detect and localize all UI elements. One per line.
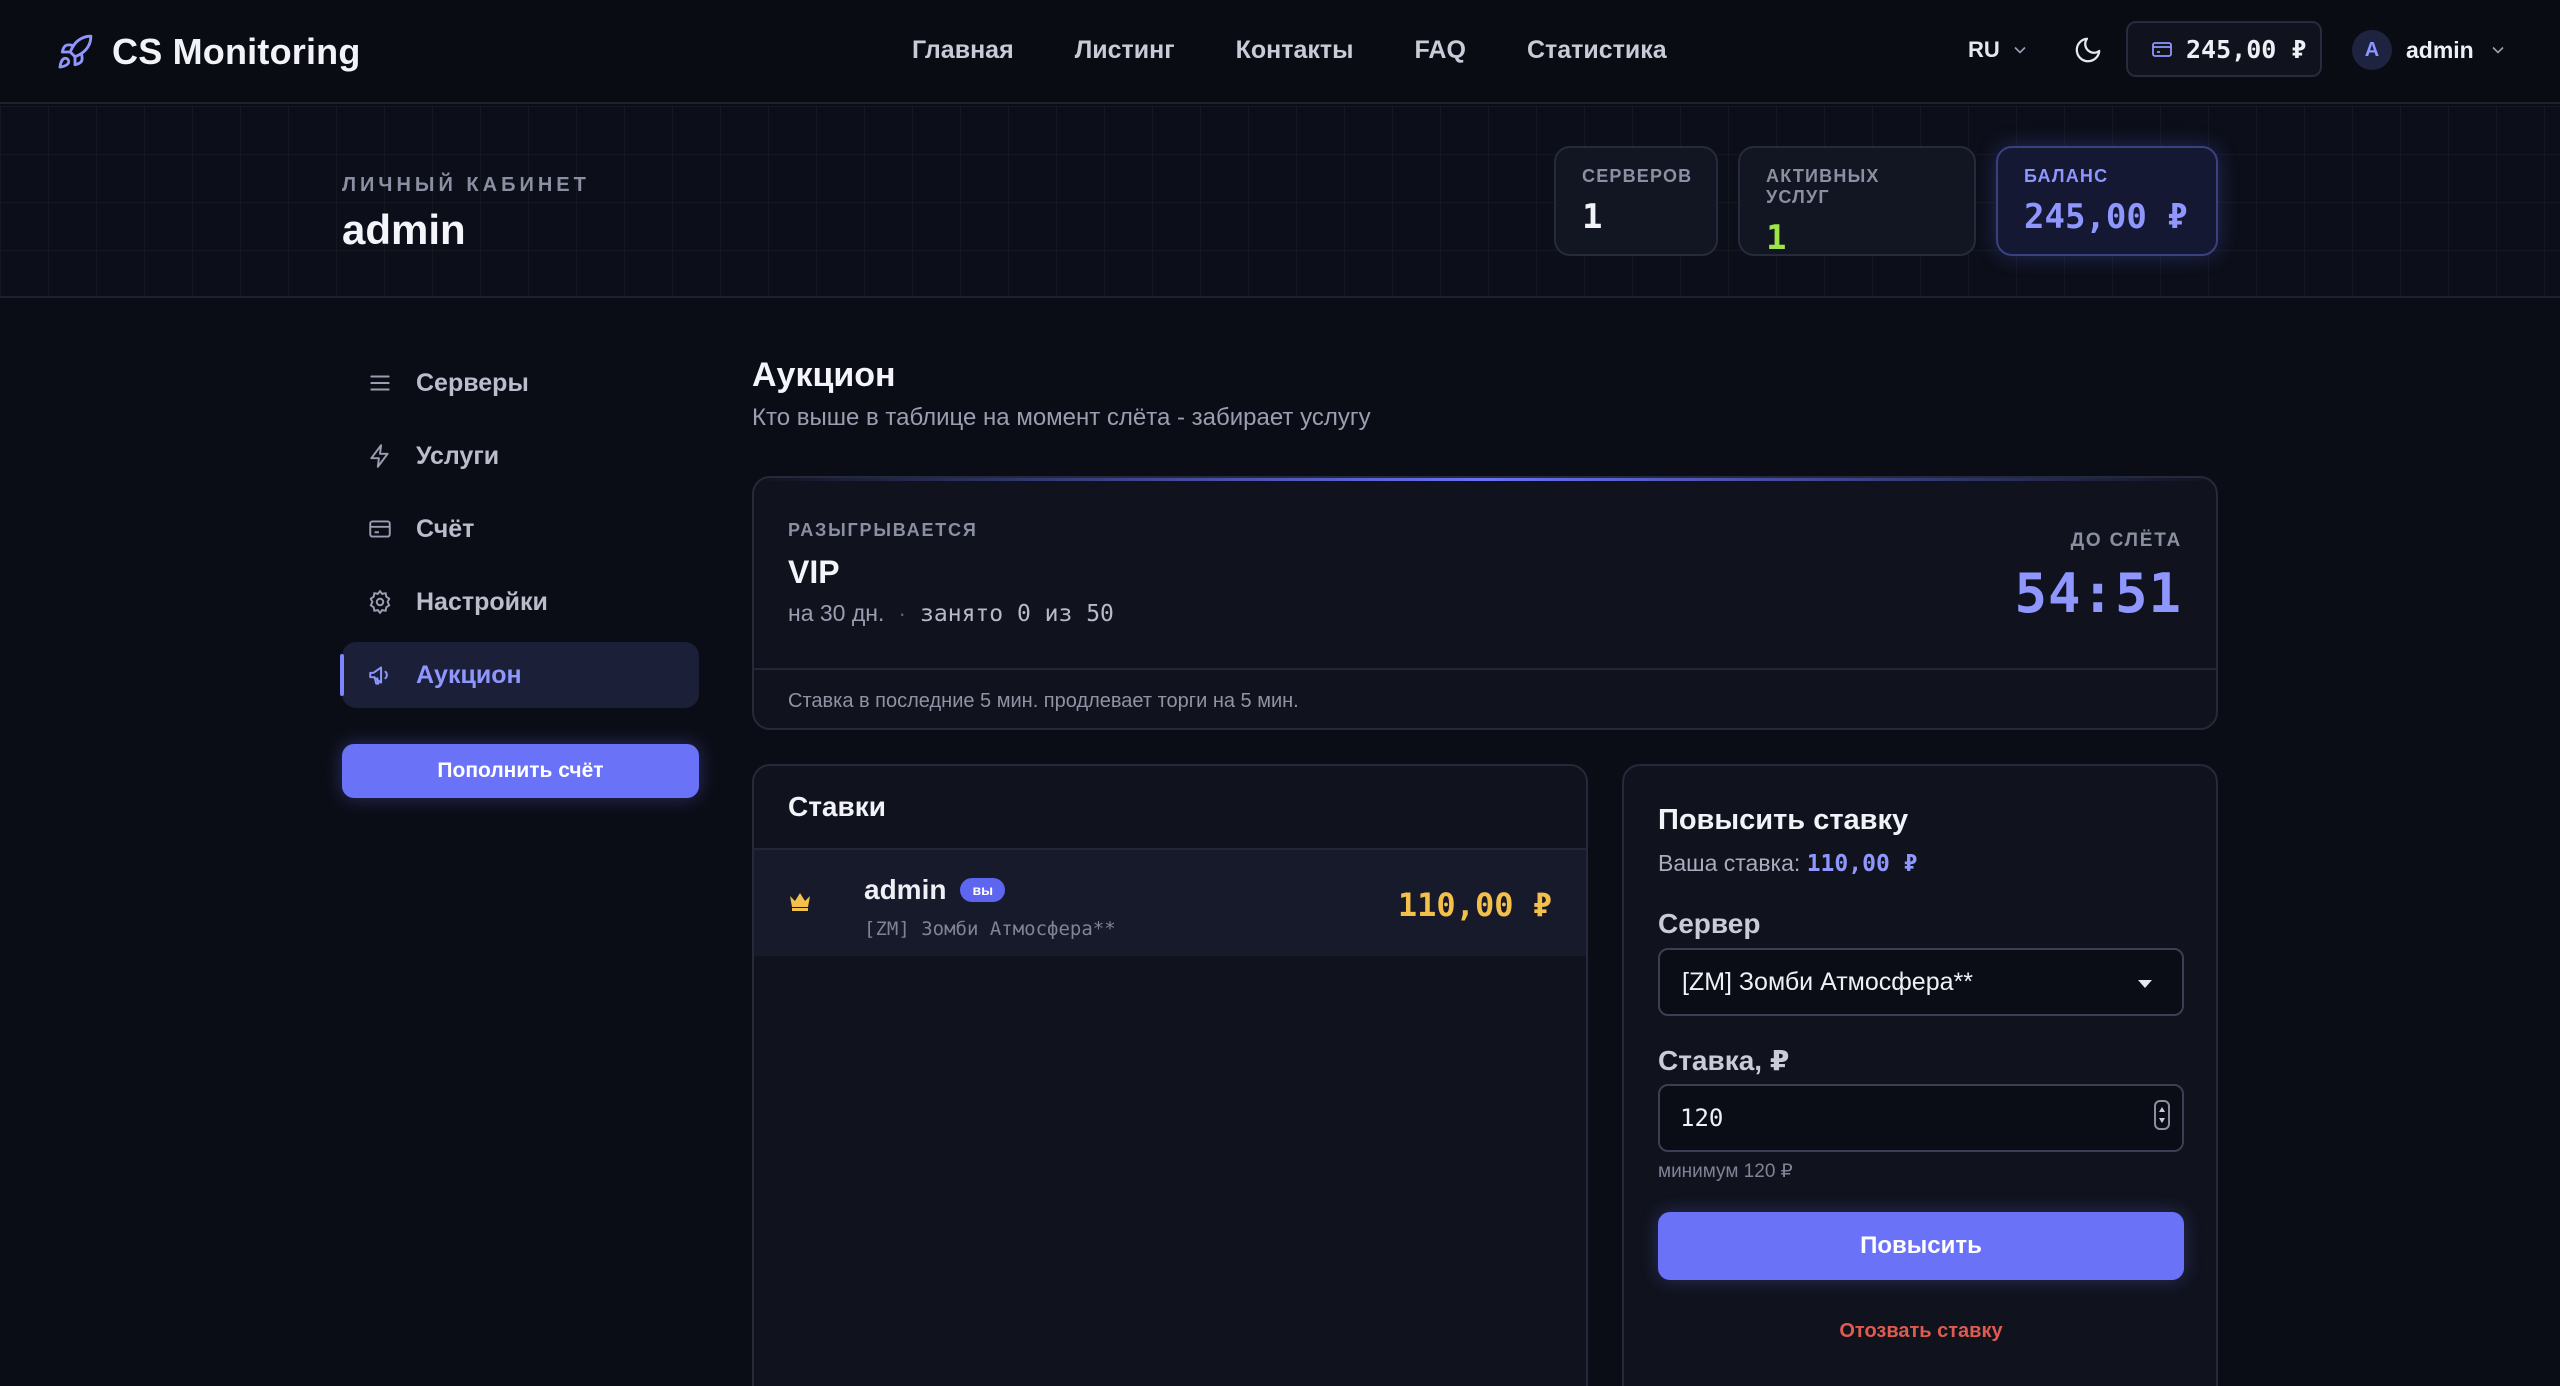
sidebar: Серверы Услуги Счёт Настройки Аукцион По… [340, 350, 699, 798]
deadline-label: ДО СЛЁТА [2070, 530, 2182, 551]
amount-field-label: Ставка, ₽ [1658, 1045, 1790, 1076]
bid-amount: 110,00 ₽ [1397, 886, 1552, 924]
account-section-label: ЛИЧНЫЙ КАБИНЕТ [342, 174, 590, 196]
bid-user: admin вы [864, 874, 1006, 906]
raise-bid-button[interactable]: Повысить [1658, 1212, 2184, 1280]
crown-icon [790, 893, 810, 911]
megaphone-icon [366, 661, 394, 689]
stat-card-balance: БАЛАНС 245,00 ₽ [1996, 146, 2218, 256]
sidebar-item-invoice[interactable]: Счёт [342, 496, 699, 562]
user-name: admin [2406, 36, 2474, 63]
stat-value: 1 [1582, 197, 1603, 237]
card-accent-line [754, 478, 2216, 481]
theme-toggle-button[interactable] [2068, 30, 2108, 70]
sidebar-item-services[interactable]: Услуги [342, 423, 699, 489]
bolt-icon [366, 442, 394, 470]
language-selector[interactable]: RU [1968, 30, 2030, 70]
card-icon [366, 515, 394, 543]
server-selected-value: [ZM] Зомби Атмосфера** [1682, 967, 1973, 996]
account-username: admin [342, 206, 466, 253]
header-balance-value: 245,00 ₽ [2186, 34, 2307, 64]
you-badge: вы [960, 878, 1006, 902]
stat-value: 245,00 ₽ [2024, 197, 2188, 237]
sidebar-item-servers[interactable]: Серверы [342, 350, 699, 416]
bids-card: Ставки admin вы [ZM] Зомби Атмосфера** 1… [752, 764, 1588, 1386]
sidebar-item-label: Аукцион [416, 660, 522, 689]
stat-card-active-services: АКТИВНЫХ УСЛУГ 1 [1738, 146, 1976, 258]
bid-amount-input[interactable] [1658, 1084, 2184, 1152]
header-balance[interactable]: 245,00 ₽ [2126, 21, 2322, 77]
page-title: Аукцион [752, 356, 896, 394]
top-navbar: CS Monitoring Главная Листинг Контакты F… [0, 0, 2560, 104]
chevron-down-icon [2014, 46, 2026, 54]
stepper-icon[interactable] [2154, 1100, 2170, 1130]
sidebar-item-auction[interactable]: Аукцион [340, 642, 699, 708]
rocket-icon [58, 34, 93, 69]
account-header: ЛИЧНЫЙ КАБИНЕТ admin СЕРВЕРОВ 1 АКТИВНЫХ… [0, 106, 2560, 298]
brand-name: CS Monitoring [112, 31, 361, 72]
bids-title: Ставки [754, 766, 1586, 850]
user-menu[interactable]: A admin [2352, 28, 2508, 72]
stat-card-servers: СЕРВЕРОВ 1 [1554, 146, 1718, 256]
chevron-down-icon [2492, 46, 2504, 54]
nav-link-home[interactable]: Главная [912, 30, 1014, 70]
lot-meta: на 30 дн. · занято 0 из 50 [788, 600, 1114, 627]
stat-label: СЕРВЕРОВ [1582, 166, 1693, 186]
nav-link-faq[interactable]: FAQ [1415, 30, 1466, 70]
auction-lot-card: РАЗЫГРЫВАЕТСЯ VIP на 30 дн. · занято 0 и… [752, 476, 2218, 730]
topup-button[interactable]: Пополнить счёт [342, 744, 699, 798]
gear-icon [366, 588, 394, 616]
list-icon [366, 369, 394, 397]
sidebar-item-settings[interactable]: Настройки [342, 569, 699, 635]
nav-link-contacts[interactable]: Контакты [1236, 30, 1354, 70]
server-field-label: Сервер [1658, 908, 1761, 939]
sidebar-item-label: Серверы [416, 368, 529, 397]
nav-link-stats[interactable]: Статистика [1527, 30, 1667, 70]
lot-duration: на 30 дн. [788, 600, 885, 626]
lot-label: РАЗЫГРЫВАЕТСЯ [788, 520, 978, 540]
caret-down-icon [2138, 980, 2152, 988]
sidebar-item-label: Услуги [416, 441, 500, 470]
stat-value: 1 [1766, 218, 1787, 258]
min-bid-hint: минимум 120 ₽ [1658, 1161, 1793, 1182]
server-select[interactable]: [ZM] Зомби Атмосфера** [1658, 948, 2184, 1016]
separator-dot: · [898, 600, 907, 626]
nav-link-listing[interactable]: Листинг [1075, 30, 1175, 70]
withdraw-bid-link[interactable]: Отозвать ставку [1658, 1320, 2184, 1343]
sidebar-item-label: Счёт [416, 514, 475, 543]
language-code: RU [1968, 37, 2000, 62]
lot-name: VIP [788, 554, 840, 590]
lot-occupancy: занято 0 из 50 [920, 600, 1114, 627]
auction-note: Ставка в последние 5 мин. продлевает тор… [754, 668, 2216, 728]
raise-bid-card: Повысить ставку Ваша ставка: 110,00 ₽ Се… [1622, 764, 2218, 1386]
main-nav: Главная Листинг Контакты FAQ Статистика [912, 30, 1667, 70]
your-bid: Ваша ставка: 110,00 ₽ [1658, 850, 1917, 877]
your-bid-label: Ваша ставка: [1658, 850, 1801, 876]
wallet-icon [2152, 42, 2172, 57]
sidebar-item-label: Настройки [416, 587, 548, 616]
page-subtitle: Кто выше в таблице на момент слёта - заб… [752, 404, 1371, 431]
raise-title: Повысить ставку [1658, 804, 1909, 836]
table-row: admin вы [ZM] Зомби Атмосфера** 110,00 ₽ [754, 850, 1586, 956]
avatar: A [2352, 30, 2392, 70]
moon-icon [2075, 37, 2101, 63]
stat-label: БАЛАНС [2024, 166, 2109, 186]
bid-server: [ZM] Зомби Атмосфера** [864, 918, 1116, 940]
countdown-timer: 54:51 [2014, 562, 2182, 625]
your-bid-value: 110,00 ₽ [1806, 851, 1918, 877]
stat-label: АКТИВНЫХ УСЛУГ [1766, 166, 1880, 207]
bidder-name: admin [864, 874, 947, 905]
brand[interactable]: CS Monitoring [56, 26, 361, 78]
